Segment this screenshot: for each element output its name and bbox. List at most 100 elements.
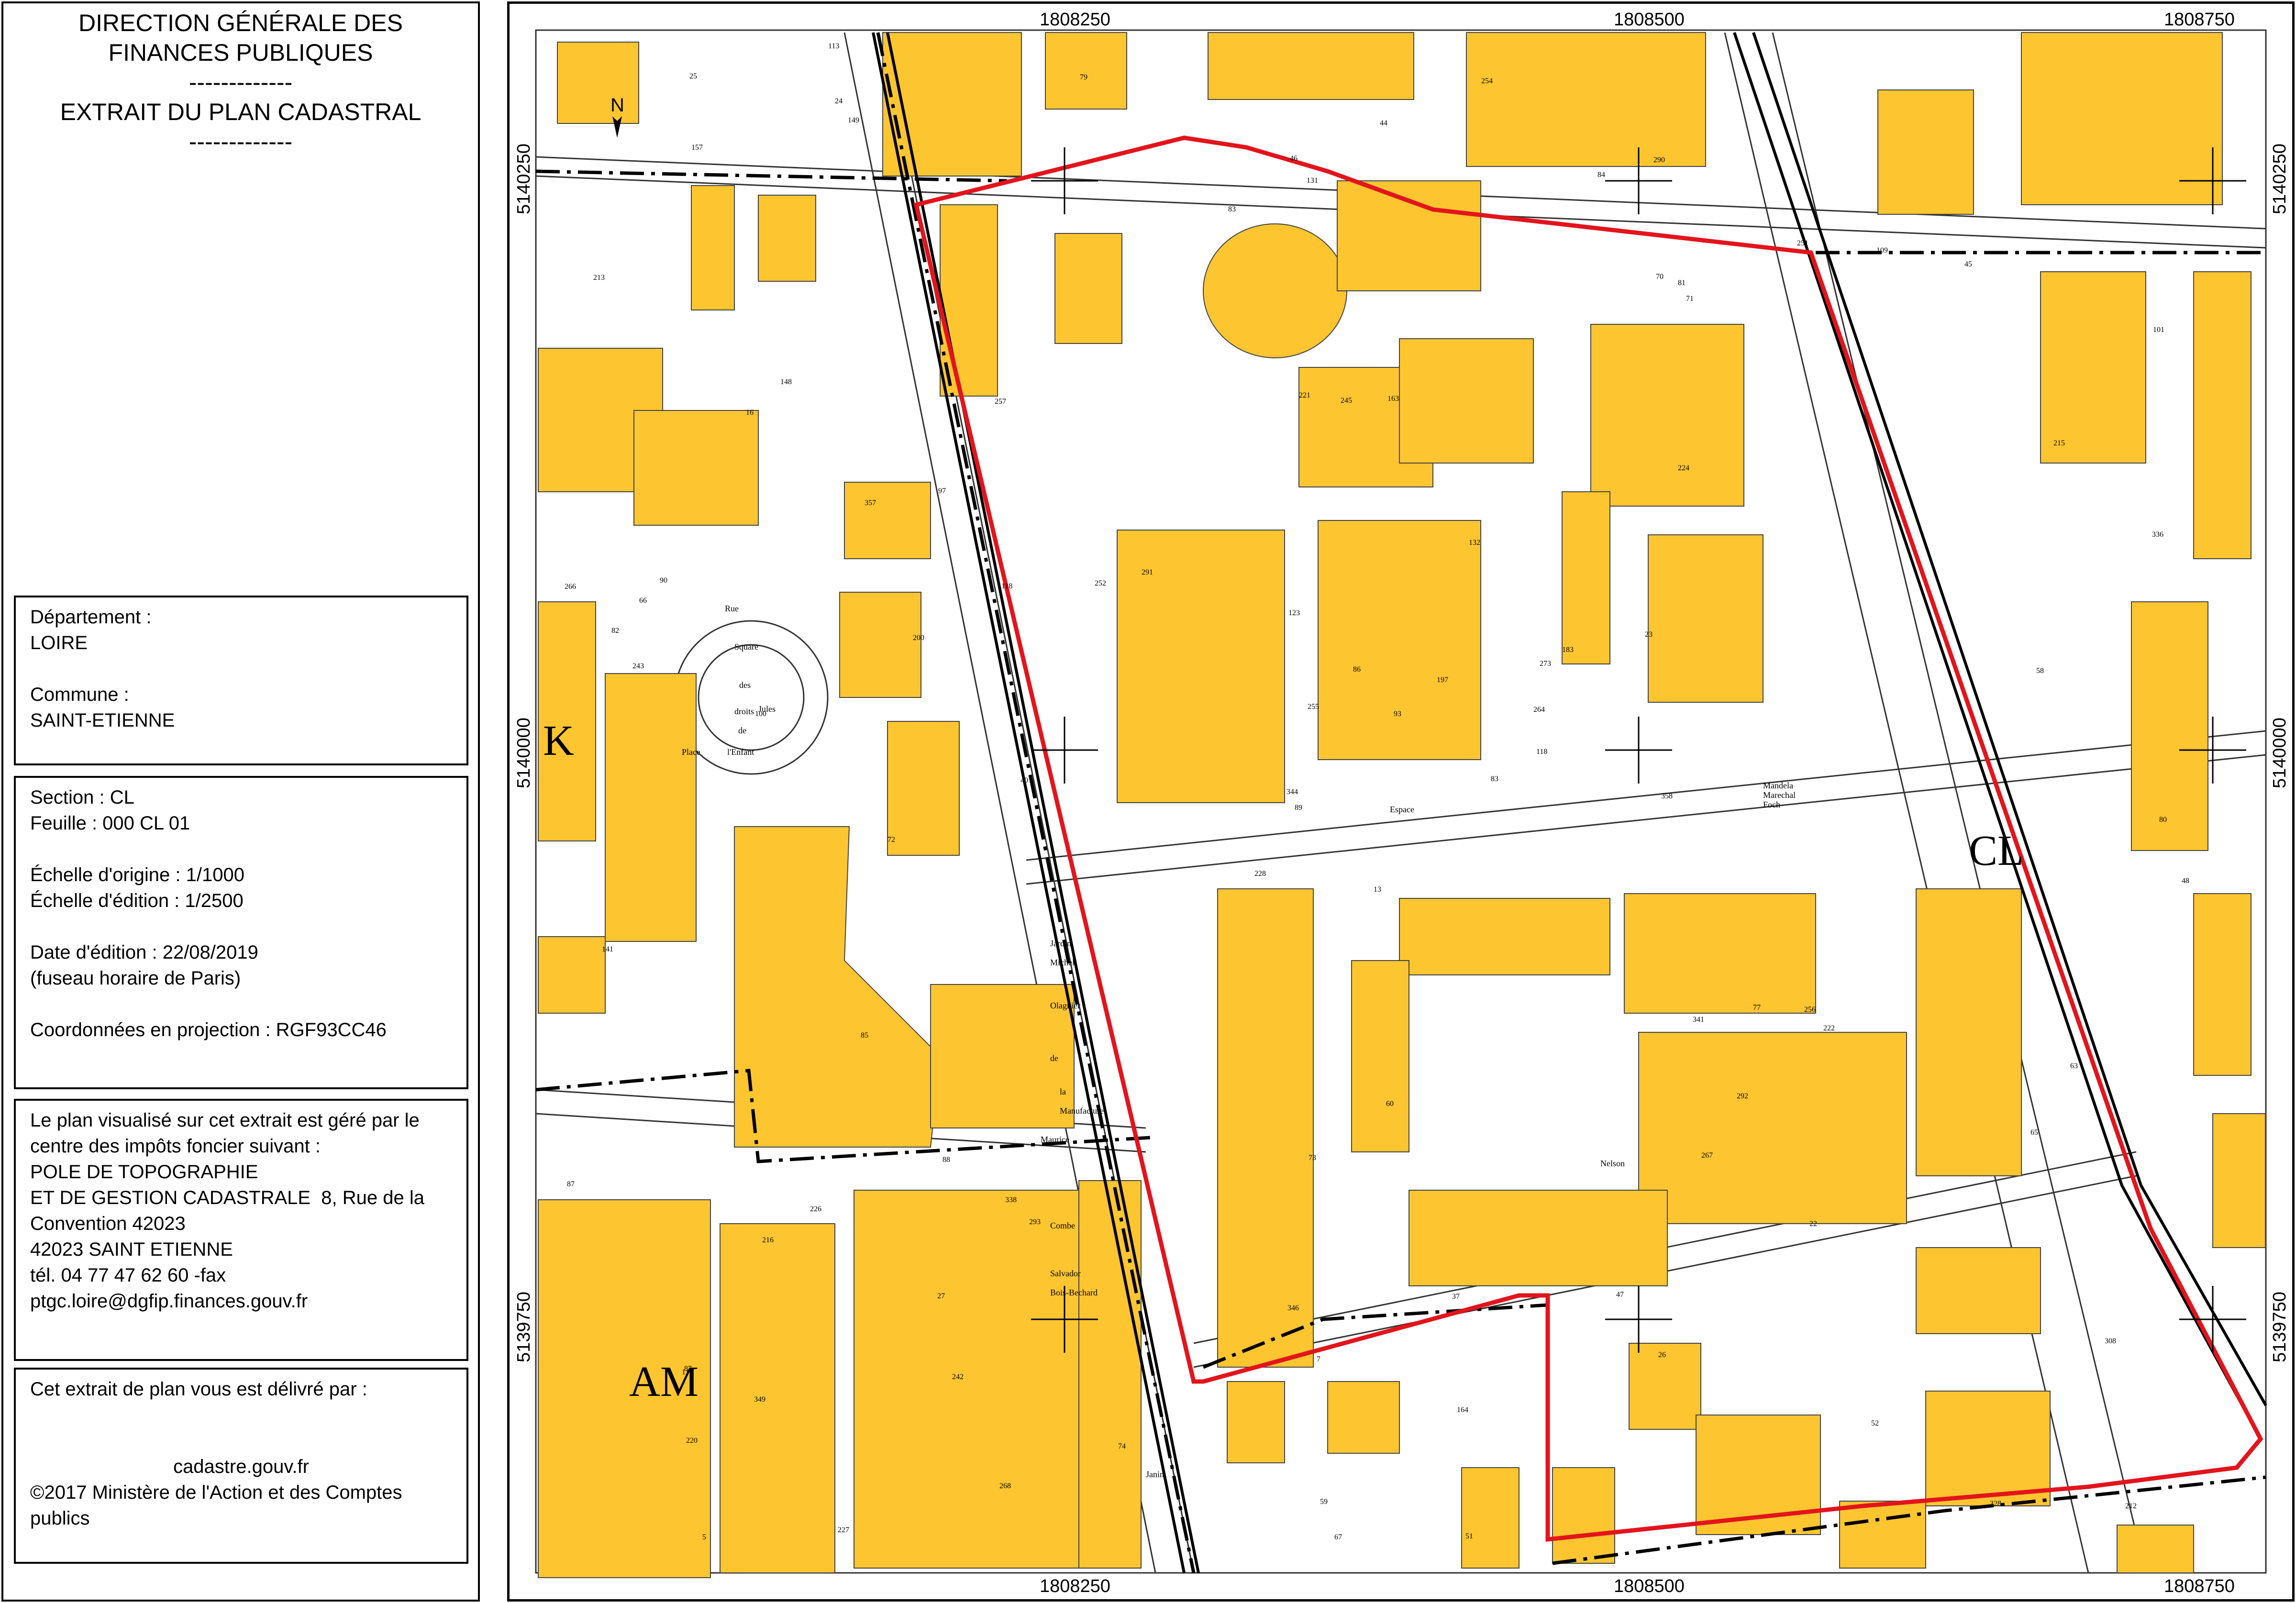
street-label: des [739, 680, 751, 690]
section-label-cl: CL [1969, 827, 2024, 874]
y-tick-right-1: 5140250 [2270, 144, 2290, 214]
parcel-number: 97 [938, 487, 946, 495]
street-label: Place [682, 747, 700, 757]
parcel-number: 346 [1287, 1304, 1299, 1312]
building [1337, 180, 1481, 291]
building [1399, 338, 1534, 464]
parcel-number: 149 [848, 116, 859, 124]
x-tick-top-1: 1808250 [1040, 10, 1110, 30]
street-label: Bois-Bechard [1050, 1288, 1098, 1297]
parcel-number: 73 [1309, 1154, 1316, 1162]
parcel-number: 58 [2036, 667, 2044, 675]
building [1916, 888, 2022, 1176]
commune-label: Commune : [30, 684, 129, 705]
parcel-number: 66 [639, 597, 647, 605]
echelle-origine-line: Échelle d'origine : 1/1000 [30, 864, 244, 885]
building [1552, 1467, 1615, 1564]
info-panel: DIRECTION GÉNÉRALE DES FINANCES PUBLIQUE… [1, 1, 480, 1602]
parcel-number: 226 [810, 1205, 821, 1213]
building [2131, 601, 2208, 851]
building [2021, 32, 2223, 205]
parcel-number: 13 [1374, 885, 1381, 894]
street-label: Marechal [1763, 790, 1796, 800]
building [1399, 898, 1610, 975]
office-line-3: POLE DE TOPOGRAPHIE [30, 1161, 258, 1183]
parcel-number: 183 [1562, 646, 1574, 654]
street-label: de [1050, 1053, 1058, 1063]
office-line-7: tél. 04 77 47 62 60 -fax [30, 1265, 226, 1286]
parcel-number: 79 [1080, 73, 1087, 81]
header-line-2: FINANCES PUBLIQUES [108, 39, 373, 66]
office-line-8: ptgc.loire@dgfip.finances.gouv.fr [30, 1291, 308, 1312]
y-tick-right-3: 5139750 [2270, 1292, 2290, 1362]
parcel-number: 47 [1616, 1291, 1624, 1299]
location-box: Département : LOIRE Commune : SAINT-ETIE… [14, 596, 468, 765]
building [2117, 1525, 2194, 1573]
parcel-number: 52 [1871, 1419, 1879, 1427]
parcel-number: 109 [1876, 246, 1888, 254]
parcel-number: 328 [1990, 1500, 2001, 1508]
north-label: N [610, 95, 624, 116]
parcel-number: 88 [943, 1156, 950, 1164]
parcel-number: 86 [1353, 665, 1361, 674]
fuseau-line: (fuseau horaire de Paris) [30, 968, 241, 989]
parcel-number: 336 [2152, 531, 2163, 539]
parcel-number: 255 [1308, 703, 1319, 711]
building [720, 1223, 835, 1573]
parcel-number: 163 [1387, 395, 1399, 403]
street-label: Janin [1146, 1470, 1164, 1479]
parcel-number: 131 [1307, 177, 1318, 185]
street-label: Square [734, 642, 758, 652]
parcel-number: 220 [686, 1437, 698, 1445]
building [1466, 32, 1706, 167]
delivered-line-3: ©2017 Ministère de l'Action et des Compt… [30, 1482, 402, 1503]
parcel-number: 118 [1001, 582, 1012, 590]
parcel-number: 164 [1457, 1406, 1468, 1414]
office-line-1: Le plan visualisé sur cet extrait est gé… [30, 1110, 420, 1131]
building [1916, 1247, 2041, 1334]
section-line: Section : CL [30, 787, 134, 808]
parcel-number: 245 [1341, 397, 1352, 405]
parcel-number: 25 [689, 72, 697, 80]
street-label: Foch [1763, 800, 1780, 809]
building [605, 673, 697, 942]
parcel-number: 74 [1118, 1442, 1126, 1450]
parcel-number: 228 [1254, 870, 1266, 878]
parcel-number: 267 [1701, 1151, 1713, 1160]
office-line-2: centre des impôts foncier suivant : [30, 1136, 321, 1157]
building [633, 410, 759, 526]
x-tick-top-3: 1808750 [2164, 10, 2235, 30]
parcel-number: 221 [1299, 391, 1310, 399]
parcel-number: 70 [1656, 273, 1664, 281]
parcel-number: 227 [838, 1526, 849, 1534]
parcel-number: 48 [2182, 877, 2189, 885]
parcel-number: 46 [1290, 155, 1298, 163]
cadastral-map[interactable]: N 1808250 1808500 1808750 1808250 180850… [507, 1, 2295, 1602]
parcel-number: 132 [1469, 539, 1480, 547]
parcel-number: 257 [995, 398, 1006, 406]
street-label: Combe [1050, 1221, 1075, 1230]
building [887, 721, 960, 856]
parcel-number: 16 [746, 409, 754, 417]
building [1054, 233, 1122, 344]
parcel-number: 251 [1797, 239, 1808, 247]
department-value: LOIRE [30, 632, 88, 653]
parcel-number: 268 [999, 1482, 1011, 1490]
parcel-number: 45 [1964, 260, 1972, 268]
parcel-number: 213 [593, 274, 605, 282]
x-tick-bottom-3: 1808750 [2164, 1576, 2235, 1596]
header-separator-2: ------------- [189, 128, 293, 155]
building [557, 42, 639, 124]
parcel-number: 22 [1809, 1220, 1817, 1228]
parcel-number: 90 [660, 576, 667, 585]
map-canvas[interactable]: N 1808250 1808500 1808750 1808250 180850… [510, 4, 2292, 1599]
parcel-number: 252 [1095, 579, 1106, 587]
street-label: l'Enfant [727, 747, 754, 757]
building [1351, 960, 1409, 1152]
parcel-number: 254 [1481, 77, 1493, 85]
